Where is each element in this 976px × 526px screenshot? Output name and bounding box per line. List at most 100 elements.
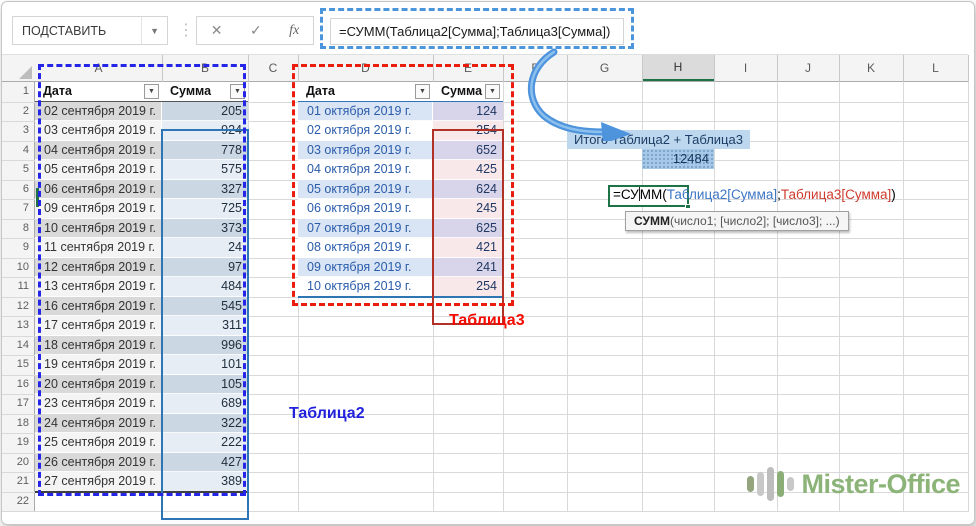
column-header-J[interactable]: J [777,54,839,81]
table-row-date[interactable]: 08 октября 2019 г. [298,238,433,258]
table-row-sum[interactable]: 97 [162,258,248,278]
table-row-date[interactable]: 13 сентября 2019 г. [35,277,162,297]
row-header-14[interactable]: 14 [2,336,34,356]
table-row-sum[interactable]: 625 [433,219,503,239]
table-row-date[interactable]: 04 сентября 2019 г. [35,141,162,161]
row-header-6[interactable]: 6 [2,180,34,200]
column-header-L[interactable]: L [903,54,968,81]
filter-dropdown-icon[interactable]: ▼ [415,84,430,99]
table-row-sum[interactable]: 425 [433,160,503,180]
table-row-sum[interactable]: 245 [433,199,503,219]
table-header-Сумма[interactable]: Сумма▼ [433,82,503,102]
row-header-7[interactable]: 7 [2,199,34,219]
table-row-date[interactable]: 06 октября 2019 г. [298,199,433,219]
table-row-date[interactable]: 03 сентября 2019 г. [35,121,162,141]
name-box[interactable]: ПОДСТАВИТЬ ▼ [12,16,168,45]
table-row-sum[interactable]: 24 [162,238,248,258]
column-header-H[interactable]: H [642,54,714,81]
table-row-sum[interactable]: 241 [433,258,503,278]
table-row-sum[interactable]: 254 [433,277,503,297]
table-row-date[interactable]: 20 сентября 2019 г. [35,375,162,395]
table-row-sum[interactable]: 652 [433,141,503,161]
table-row-date[interactable]: 24 сентября 2019 г. [35,414,162,434]
enter-icon[interactable]: ✓ [250,22,262,39]
summary-total-cell[interactable]: 12484 [642,149,714,169]
table-row-date[interactable]: 10 октября 2019 г. [298,277,433,297]
column-header-F[interactable]: F [503,54,567,81]
table-row-date[interactable]: 27 сентября 2019 г. [35,472,162,492]
table-row-sum[interactable]: 624 [433,180,503,200]
table-row-date[interactable]: 17 сентября 2019 г. [35,316,162,336]
table-row-date[interactable]: 02 сентября 2019 г. [35,102,162,122]
table-row-date[interactable]: 23 сентября 2019 г. [35,394,162,414]
table-row-sum[interactable]: 222 [162,433,248,453]
row-header-13[interactable]: 13 [2,316,34,336]
table-row-sum[interactable]: 124 [433,102,503,122]
table-row-date[interactable]: 12 сентября 2019 г. [35,258,162,278]
table-row-date[interactable]: 03 октября 2019 г. [298,141,433,161]
table-row-sum[interactable]: 545 [162,297,248,317]
row-header-2[interactable]: 2 [2,102,34,122]
row-header-10[interactable]: 10 [2,258,34,278]
row-header-17[interactable]: 17 [2,394,34,414]
table-row-sum[interactable]: 725 [162,199,248,219]
table-row-sum[interactable]: 689 [162,394,248,414]
table-row-date[interactable]: 19 сентября 2019 г. [35,355,162,375]
table-row-date[interactable]: 02 октября 2019 г. [298,121,433,141]
row-header-8[interactable]: 8 [2,219,34,239]
table-row-sum[interactable]: 924 [162,121,248,141]
row-header-9[interactable]: 9 [2,238,34,258]
table-row-date[interactable]: 26 сентября 2019 г. [35,453,162,473]
table-row-date[interactable]: 06 сентября 2019 г. [35,180,162,200]
table-row-date[interactable]: 09 октября 2019 г. [298,258,433,278]
row-header-19[interactable]: 19 [2,433,34,453]
row-header-5[interactable]: 5 [2,160,34,180]
table-row-date[interactable]: 04 октября 2019 г. [298,160,433,180]
table-row-date[interactable]: 05 октября 2019 г. [298,180,433,200]
table-header-Дата[interactable]: Дата▼ [35,82,162,102]
table-row-sum[interactable]: 105 [162,375,248,395]
row-header-1[interactable]: 1 [2,82,34,102]
row-header-12[interactable]: 12 [2,297,34,317]
table-row-sum[interactable]: 373 [162,219,248,239]
table-row-sum[interactable]: 484 [162,277,248,297]
table-row-sum[interactable]: 311 [162,316,248,336]
row-header-11[interactable]: 11 [2,277,34,297]
column-header-I[interactable]: I [714,54,777,81]
summary-title-cell[interactable]: Итого Таблица2 + Таблица3 [567,130,750,149]
table-row-date[interactable]: 25 сентября 2019 г. [35,433,162,453]
row-header-21[interactable]: 21 [2,472,34,492]
row-header-22[interactable]: 22 [2,492,34,512]
table-row-date[interactable]: 10 сентября 2019 г. [35,219,162,239]
table-row-date[interactable]: 07 октября 2019 г. [298,219,433,239]
row-header-20[interactable]: 20 [2,453,34,473]
table-row-sum[interactable]: 322 [162,414,248,434]
select-all-corner[interactable] [2,54,35,82]
table-row-sum[interactable]: 101 [162,355,248,375]
row-header-3[interactable]: 3 [2,121,34,141]
row-header-18[interactable]: 18 [2,414,34,434]
table-row-date[interactable]: 18 сентября 2019 г. [35,336,162,356]
table-header-Дата[interactable]: Дата▼ [298,82,433,102]
column-header-C[interactable]: C [248,54,298,81]
table-row-sum[interactable]: 421 [433,238,503,258]
table-row-sum[interactable]: 427 [162,453,248,473]
filter-dropdown-icon[interactable]: ▼ [144,84,159,99]
column-header-D[interactable]: D [298,54,433,81]
cancel-icon[interactable]: ✕ [211,22,223,39]
formula-bar[interactable]: =СУММ(Таблица2[Сумма];Таблица3[Сумма]) [330,18,624,45]
table-row-date[interactable]: 05 сентября 2019 г. [35,160,162,180]
row-header-16[interactable]: 16 [2,375,34,395]
table-header-Сумма[interactable]: Сумма▼ [162,82,248,102]
table-row-sum[interactable]: 575 [162,160,248,180]
table-row-sum[interactable]: 778 [162,141,248,161]
column-header-K[interactable]: K [839,54,903,81]
column-header-G[interactable]: G [567,54,642,81]
table-row-date[interactable]: 11 сентября 2019 г. [35,238,162,258]
filter-dropdown-icon[interactable]: ▼ [485,84,500,99]
table-row-sum[interactable]: 205 [162,102,248,122]
insert-function-icon[interactable]: fx [289,23,299,39]
filter-dropdown-icon[interactable]: ▼ [230,84,245,99]
row-header-15[interactable]: 15 [2,355,34,375]
column-header-E[interactable]: E [433,54,503,81]
